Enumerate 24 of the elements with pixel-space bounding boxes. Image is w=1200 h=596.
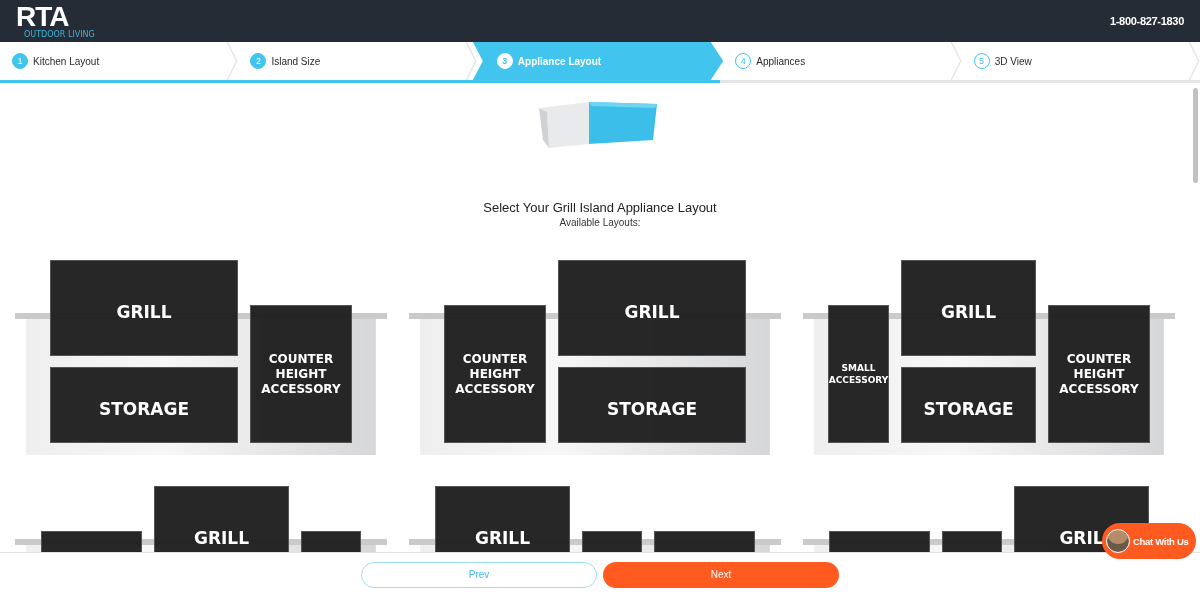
accessory-module: SMALL ACCESSORY [828, 305, 889, 443]
logo-tagline: OUTDOOR LIVING [24, 30, 95, 39]
storage-module: STORAGE [50, 367, 238, 443]
chevron-divider [226, 42, 239, 80]
grill-module: GRILL [50, 260, 238, 356]
step-number: 2 [250, 53, 267, 69]
page-title: Select Your Grill Island Appliance Layout [483, 200, 717, 215]
scrollbar[interactable] [1193, 88, 1198, 183]
step-number: 3 [496, 53, 513, 69]
logo[interactable]: RTA [16, 3, 69, 30]
grill-module: GRILL [435, 486, 570, 554]
grill-module: GRILL [558, 260, 746, 356]
phone-number[interactable]: 1-800-827-1830 [1109, 15, 1184, 27]
grill-module: GRILL [901, 260, 1036, 356]
chevron-divider [464, 42, 477, 80]
page-subtitle: Available Layouts: [559, 217, 641, 228]
grill-module: GRILL [154, 486, 289, 554]
accessory-module: COUNTER HEIGHT ACCESSORY [250, 305, 352, 443]
storage-module: STORAGE [901, 367, 1036, 443]
storage-module: STORAGE [558, 367, 746, 443]
avatar-icon [1106, 529, 1130, 553]
accessory-module: COUNTER HEIGHT ACCESSORY [1048, 305, 1150, 443]
accessory-module: COUNTER HEIGHT ACCESSORY [444, 305, 546, 443]
step-number: 1 [12, 53, 28, 69]
